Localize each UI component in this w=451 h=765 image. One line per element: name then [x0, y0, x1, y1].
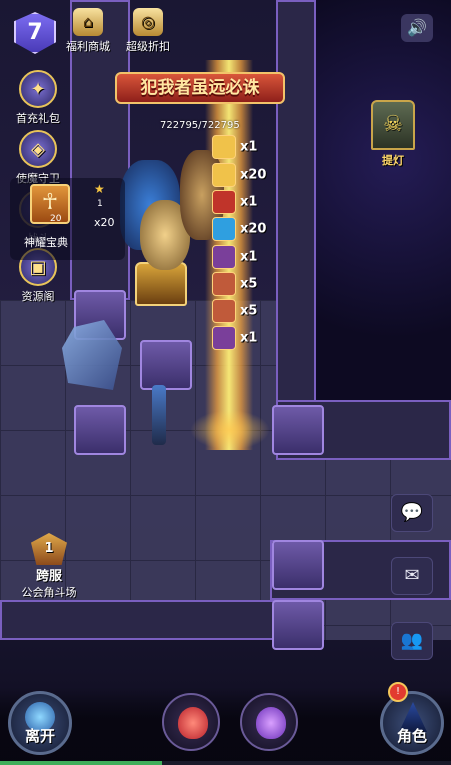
loot-item-icon [212, 163, 236, 187]
loot-item-quantity: x1 [240, 249, 258, 265]
cross-server-arena-button[interactable]: 1 跨服 公会角斗场 [16, 533, 82, 600]
lantern-label: 提灯 [382, 154, 404, 167]
reward-item-name: 神耀宝典 [24, 236, 68, 249]
progress-bar [0, 761, 451, 765]
loot-item-quantity: x5 [240, 276, 258, 292]
arena-crest-icon: 1 [31, 533, 67, 565]
loot-item: x1 [212, 326, 257, 350]
pillar [272, 600, 324, 650]
first-recharge-label: 首充礼包 [16, 112, 60, 125]
chat-icon: 💬 [400, 502, 424, 523]
pillar [272, 405, 324, 455]
lamp-post [152, 385, 166, 445]
loot-item-quantity: x20 [240, 167, 267, 183]
pillar [272, 540, 324, 590]
lantern-icon: ☠ [371, 100, 415, 150]
welfare-shop-label: 福利商城 [66, 40, 110, 53]
purple-potion-button[interactable] [240, 693, 298, 751]
friends-icon: 👥 [400, 630, 424, 651]
loot-item-quantity: x1 [240, 194, 258, 210]
shop-icon: ⌂ [73, 8, 103, 36]
cross-server-subtitle: 公会角斗场 [21, 586, 77, 599]
pillar [74, 405, 126, 455]
chat-button[interactable]: 💬 [391, 494, 433, 532]
progress-fill [0, 761, 163, 765]
wall-bottom [0, 600, 300, 640]
loot-item-quantity: x20 [240, 221, 267, 237]
item-count: 20 [50, 214, 62, 224]
loot-item-quantity: x1 [240, 139, 258, 155]
cross-server-title: 跨服 [35, 569, 62, 584]
reward-popup: ☥ 20 ★ 1 x20 神耀宝典 [10, 178, 125, 260]
loot-item-icon [212, 299, 236, 323]
loot-item: x20 [212, 217, 266, 241]
purple-potion-icon [256, 707, 286, 739]
red-potion-button[interactable] [162, 693, 220, 751]
loot-item: x5 [212, 299, 257, 323]
helmet-icon: ◈ [19, 130, 57, 168]
hp-readout: 722795/722795 [160, 120, 240, 131]
balloon-icon: ◎ [133, 8, 163, 36]
loot-item-icon [212, 135, 236, 159]
loot-item-icon [212, 272, 236, 296]
loot-item-icon [212, 217, 236, 241]
reward-multiplier: x20 [94, 216, 115, 229]
loot-item-quantity: x1 [240, 330, 258, 346]
red-potion-icon [178, 707, 208, 739]
event-banner: 犯我者虽远必诛 [115, 72, 285, 104]
gift-icon: ✦ [19, 70, 57, 108]
pillar [140, 340, 192, 390]
loot-item: x1 [212, 245, 257, 269]
loot-item: x20 [212, 163, 266, 187]
super-discount-label: 超级折扣 [126, 40, 170, 53]
game-scene: 犯我者虽远必诛 722795/722795 x1 x20 x1 x20 x1 x5 x5 x1… [0, 0, 451, 765]
leave-button[interactable]: 离开 [8, 691, 72, 755]
player-level-badge[interactable]: 7 [14, 12, 56, 54]
mail-button[interactable]: ✉ [391, 557, 433, 595]
loot-item-icon [212, 326, 236, 350]
wall-right-column [276, 0, 316, 420]
welfare-shop-button[interactable]: ⌂ 福利商城 [58, 8, 118, 54]
friends-button[interactable]: 👥 [391, 622, 433, 660]
resource-hall-label: 资源阁 [21, 290, 55, 303]
first-recharge-button[interactable]: ✦ 首充礼包 [10, 70, 66, 126]
loot-item: x1 [212, 190, 257, 214]
super-discount-button[interactable]: ◎ 超级折扣 [118, 8, 178, 54]
loot-item: x1 [212, 135, 257, 159]
beam-base-glow [190, 410, 270, 450]
lantern-button[interactable]: ☠ 提灯 [365, 100, 421, 168]
role-notification-badge: ! [388, 682, 408, 702]
role-button[interactable]: 角色 [380, 691, 444, 755]
loot-item-icon [212, 190, 236, 214]
speaker-icon: 🔊 [407, 18, 427, 37]
sound-toggle-button[interactable]: 🔊 [401, 14, 433, 42]
loot-item-quantity: x5 [240, 303, 258, 319]
star-count: 1 [97, 199, 103, 209]
star-icon: ★ [94, 182, 105, 196]
mail-icon: ✉ [404, 565, 420, 586]
loot-item-icon [212, 245, 236, 269]
void-area [311, 0, 451, 400]
leave-label: 离开 [24, 727, 55, 745]
role-label: 角色 [396, 727, 427, 745]
loot-item: x5 [212, 272, 257, 296]
